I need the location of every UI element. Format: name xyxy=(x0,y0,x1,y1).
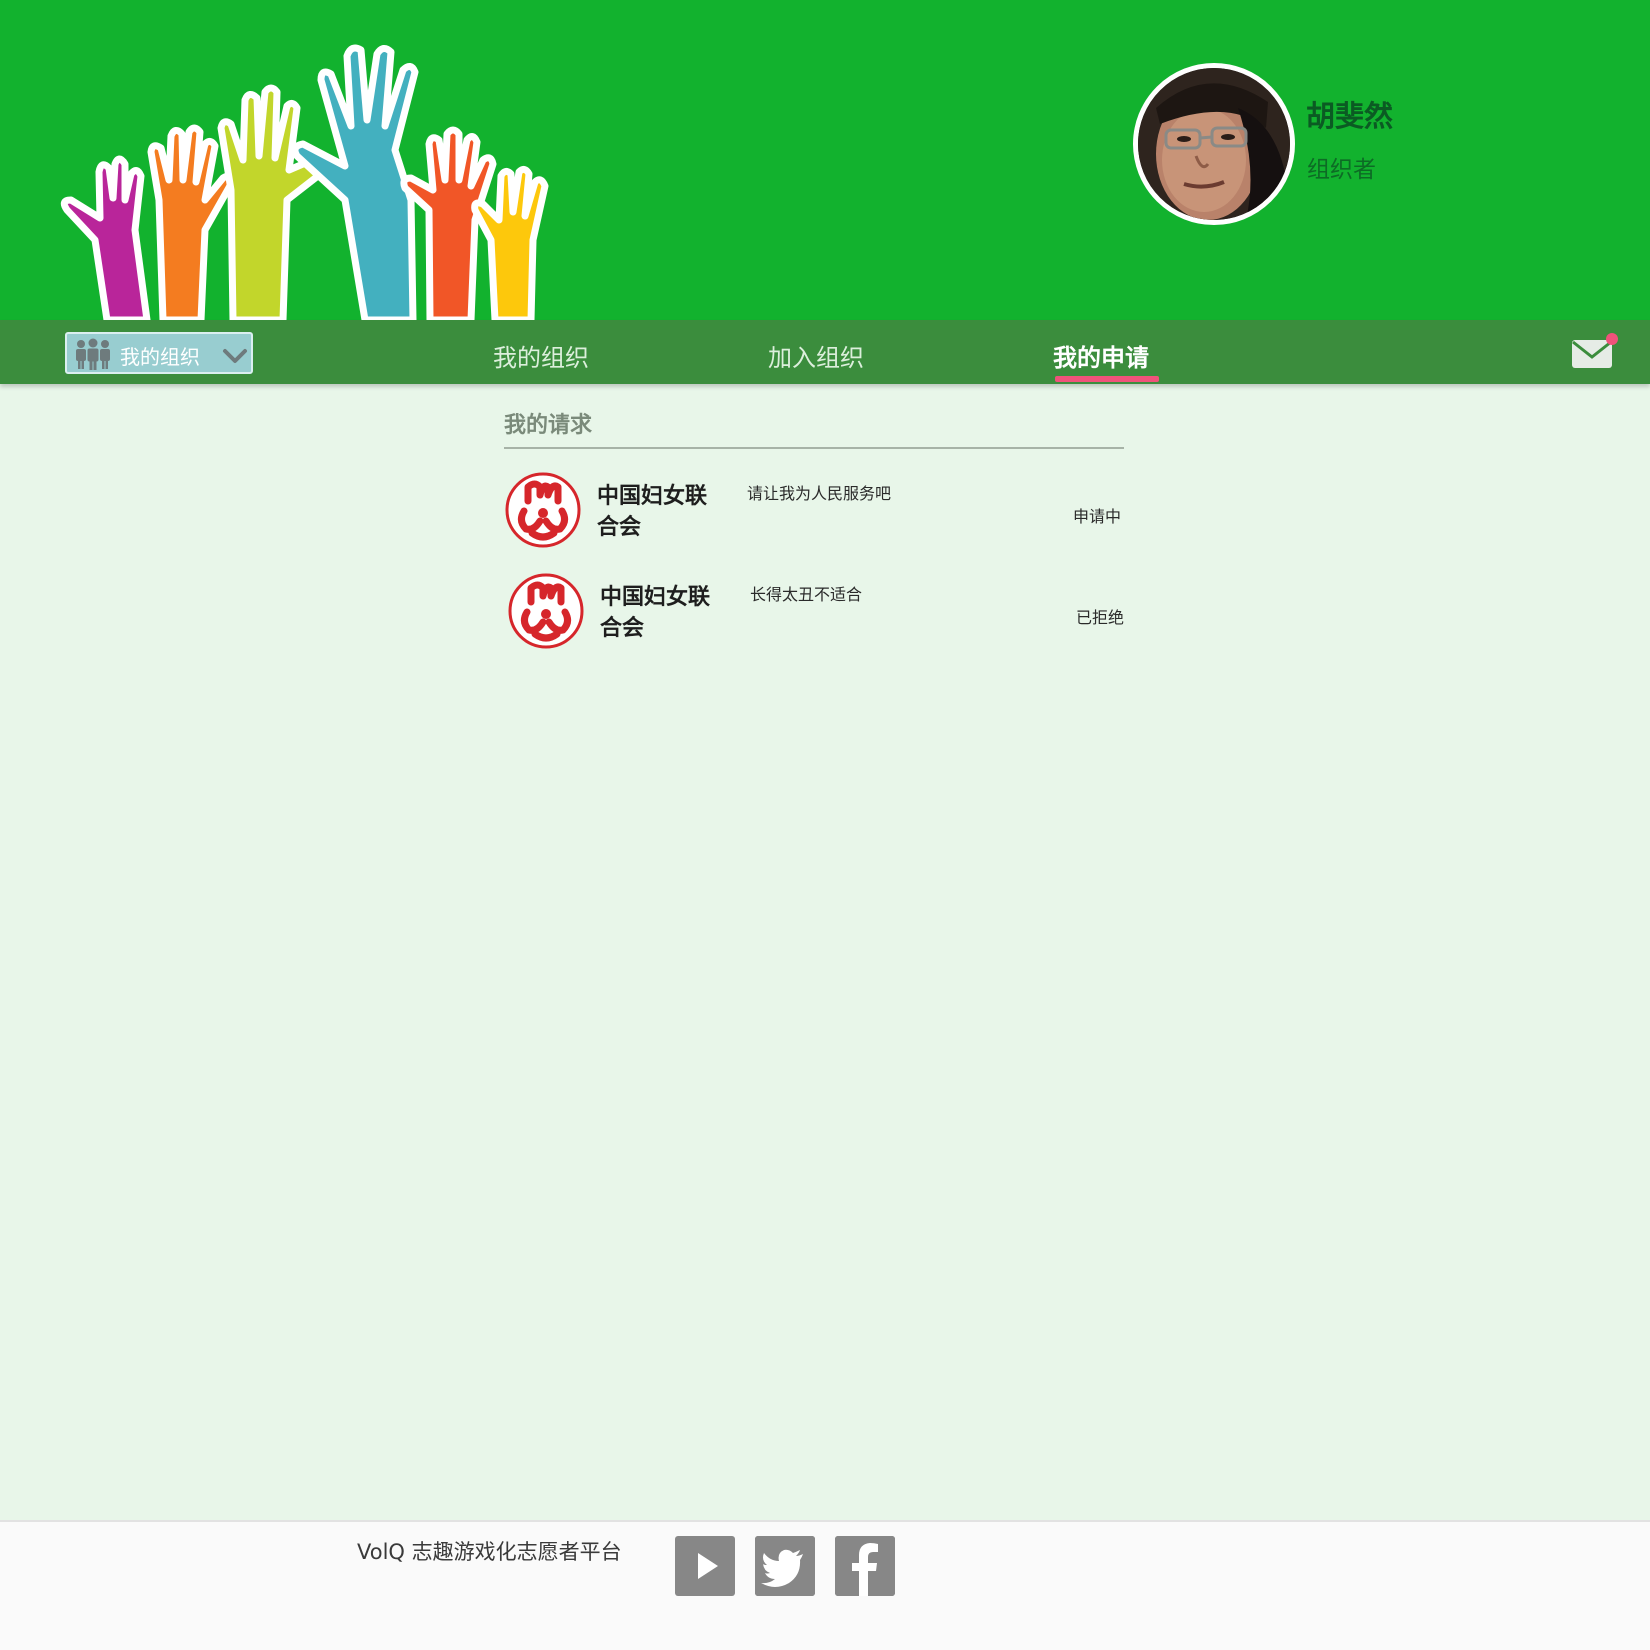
request-item[interactable]: 中国妇女联合会 长得太丑不适合 已拒绝 xyxy=(507,572,1127,652)
org-select-dropdown[interactable]: 我的组织 xyxy=(65,332,253,374)
status-badge: 已拒绝 xyxy=(1075,608,1124,627)
facebook-icon xyxy=(835,1536,895,1596)
twitter-icon xyxy=(755,1536,815,1596)
request-item[interactable]: 中国妇女联合会 请让我为人民服务吧 申请中 xyxy=(504,471,1124,551)
section-title: 我的请求 xyxy=(504,413,593,438)
user-name: 胡斐然 xyxy=(1306,99,1394,133)
youtube-button[interactable] xyxy=(675,1536,735,1596)
user-role: 组织者 xyxy=(1307,157,1376,183)
facebook-button[interactable] xyxy=(835,1536,895,1596)
section-divider xyxy=(504,447,1124,449)
people-group-icon xyxy=(76,338,110,370)
footer-platform-name: VolQ 志趣游戏化志愿者平台 xyxy=(357,1540,622,1564)
request-message: 请让我为人民服务吧 xyxy=(747,484,892,503)
youtube-icon xyxy=(675,1536,735,1596)
org-name[interactable]: 中国妇女联合会 xyxy=(597,481,727,543)
tab-join-organization[interactable]: 加入组织 xyxy=(768,338,864,373)
avatar[interactable] xyxy=(1133,63,1295,225)
org-name[interactable]: 中国妇女联合会 xyxy=(600,582,730,644)
avatar-photo xyxy=(1138,68,1290,220)
womens-federation-logo xyxy=(505,472,581,548)
nav-bar: 我的组织 我的组织 加入组织 我的申请 xyxy=(0,320,1650,384)
notification-dot xyxy=(1606,333,1618,345)
tab-my-organizations[interactable]: 我的组织 xyxy=(493,338,589,373)
tab-my-applications[interactable]: 我的申请 xyxy=(1053,338,1149,373)
chevron-down-icon xyxy=(223,349,247,363)
raised-hands-illustration xyxy=(60,44,549,320)
status-badge: 申请中 xyxy=(1072,507,1121,526)
request-message: 长得太丑不适合 xyxy=(750,585,863,604)
footer: VolQ 志趣游戏化志愿者平台 xyxy=(0,1520,1650,1650)
mail-icon[interactable] xyxy=(1570,332,1618,372)
header-banner: 胡斐然 组织者 xyxy=(0,0,1650,320)
active-tab-indicator xyxy=(1055,376,1159,382)
org-select-label: 我的组织 xyxy=(120,345,200,369)
twitter-button[interactable] xyxy=(755,1536,815,1596)
womens-federation-logo xyxy=(508,573,584,649)
